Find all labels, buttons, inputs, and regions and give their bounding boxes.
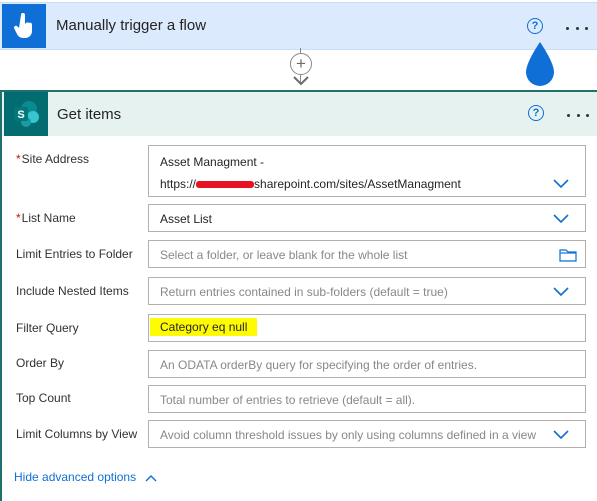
limit-columns-placeholder: Avoid column threshold issues by only us… — [160, 428, 536, 442]
top-count-placeholder: Total number of entries to retrieve (def… — [160, 393, 416, 407]
arrow-down-icon — [293, 76, 309, 86]
drop-marker-icon — [526, 42, 554, 86]
sharepoint-icon: S — [4, 92, 48, 136]
svg-text:S: S — [17, 109, 24, 121]
help-icon[interactable]: ? — [528, 105, 544, 121]
list-name-field[interactable]: Asset List — [148, 204, 586, 232]
order-by-label: Order By — [16, 356, 65, 370]
card-title: Get items — [57, 106, 122, 123]
trigger-card[interactable]: Manually trigger a flow ? — [0, 2, 597, 50]
filter-query-label: Filter Query — [16, 321, 79, 335]
site-address-field[interactable]: Asset Managment - https://sharepoint.com… — [148, 145, 586, 197]
site-address-line2: https://sharepoint.com/sites/AssetManagm… — [160, 177, 461, 191]
more-options-icon[interactable] — [566, 23, 588, 33]
chevron-down-icon[interactable] — [553, 430, 569, 440]
top-count-field[interactable]: Total number of entries to retrieve (def… — [148, 385, 586, 413]
limit-columns-label: Limit Columns by View — [16, 427, 138, 441]
more-options-icon[interactable] — [567, 110, 589, 120]
chevron-down-icon[interactable] — [553, 179, 569, 189]
filter-query-highlight: Category eq null — [150, 318, 258, 336]
chevron-down-icon[interactable] — [553, 214, 569, 224]
hand-touch-icon — [2, 4, 46, 48]
hide-advanced-options-link[interactable]: Hide advanced options — [14, 470, 157, 484]
chevron-up-icon — [145, 474, 157, 482]
nested-items-placeholder: Return entries contained in sub-folders … — [160, 285, 448, 299]
card-header[interactable]: S Get items ? — [2, 92, 597, 136]
nested-items-field[interactable]: Return entries contained in sub-folders … — [148, 277, 586, 305]
get-items-card: S Get items ? *Site Address Asset Managm… — [0, 90, 597, 501]
folder-icon[interactable] — [559, 248, 577, 262]
order-by-placeholder: An ODATA orderBy query for specifying th… — [160, 358, 478, 372]
add-step-icon[interactable]: + — [290, 53, 312, 75]
limit-folder-placeholder: Select a folder, or leave blank for the … — [160, 248, 408, 262]
chevron-down-icon[interactable] — [553, 287, 569, 297]
limit-folder-label: Limit Entries to Folder — [16, 247, 133, 261]
limit-folder-field[interactable]: Select a folder, or leave blank for the … — [148, 240, 586, 268]
site-address-line1: Asset Managment - — [160, 155, 265, 169]
top-count-label: Top Count — [16, 391, 71, 405]
trigger-title: Manually trigger a flow — [56, 17, 207, 34]
site-address-label: *Site Address — [16, 152, 90, 166]
filter-query-value: Category eq null — [150, 318, 258, 336]
order-by-field[interactable]: An ODATA orderBy query for specifying th… — [148, 350, 586, 378]
nested-items-label: Include Nested Items — [16, 284, 129, 298]
limit-columns-field[interactable]: Avoid column threshold issues by only us… — [148, 420, 586, 448]
list-name-value: Asset List — [160, 212, 213, 226]
filter-query-field[interactable]: Category eq null — [148, 314, 586, 342]
help-icon[interactable]: ? — [527, 18, 543, 34]
list-name-label: *List Name — [16, 211, 76, 225]
redacted-mark — [196, 181, 255, 189]
